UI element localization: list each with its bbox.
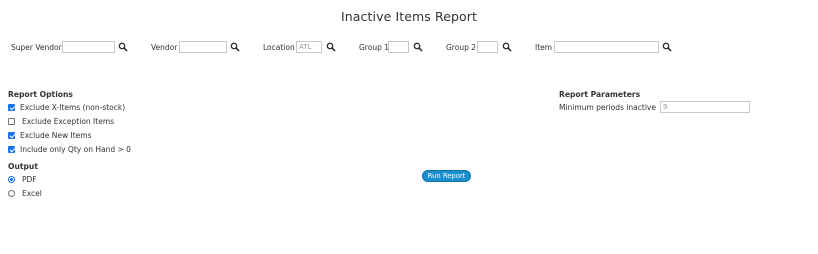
vendor-label: Vendor [151, 43, 178, 52]
option-include-qty-on-hand[interactable]: Include only Qty on Hand > 0 [8, 145, 131, 154]
include-qty-on-hand-label: Include only Qty on Hand > 0 [20, 145, 131, 154]
super-vendor-label: Super Vendor [11, 43, 62, 52]
pdf-radio[interactable] [8, 176, 15, 183]
location-search-icon[interactable] [326, 42, 336, 52]
min-periods-label: Minimum periods inactive [559, 103, 656, 112]
exclude-new-items-label: Exclude New Items [20, 131, 92, 140]
output-option-excel[interactable]: Excel [8, 189, 42, 198]
group1-label: Group 1 [359, 43, 389, 52]
exclude-new-items-checkbox[interactable] [8, 132, 15, 139]
super-vendor-search-icon[interactable] [118, 42, 128, 52]
exclude-x-items-label: Exclude X-Items (non-stock) [20, 103, 126, 112]
output-option-pdf[interactable]: PDF [8, 175, 37, 184]
option-exclude-x-items[interactable]: Exclude X-Items (non-stock) [8, 103, 125, 112]
include-qty-on-hand-checkbox[interactable] [8, 146, 15, 153]
group1-input[interactable] [388, 41, 409, 53]
exclude-exception-items-checkbox[interactable] [8, 118, 15, 125]
report-page: Inactive Items Report Super Vendor Vendo… [0, 0, 818, 254]
option-exclude-new-items[interactable]: Exclude New Items [8, 131, 92, 140]
excel-radio[interactable] [8, 190, 15, 197]
super-vendor-input[interactable] [62, 41, 115, 53]
min-periods-input[interactable] [660, 101, 750, 113]
group2-label: Group 2 [446, 43, 476, 52]
exclude-x-items-checkbox[interactable] [8, 104, 15, 111]
pdf-label: PDF [22, 175, 37, 184]
option-exclude-exception-items[interactable]: Exclude Exception Items [8, 117, 114, 126]
item-search-icon[interactable] [662, 42, 672, 52]
item-label: Item [535, 43, 553, 52]
output-heading: Output [8, 162, 38, 171]
exclude-exception-items-label: Exclude Exception Items [22, 117, 115, 126]
excel-label: Excel [22, 189, 42, 198]
group2-input[interactable] [477, 41, 498, 53]
vendor-input[interactable] [179, 41, 227, 53]
group2-search-icon[interactable] [502, 42, 512, 52]
filter-bar: Super Vendor Vendor Location Group 1 Gro… [0, 0, 818, 60]
item-input[interactable] [554, 41, 659, 53]
location-label: Location [263, 43, 295, 52]
group1-search-icon[interactable] [413, 42, 423, 52]
location-input[interactable] [296, 41, 322, 53]
report-options-heading: Report Options [8, 90, 73, 99]
run-report-button[interactable]: Run Report [422, 170, 471, 182]
report-parameters-heading: Report Parameters [559, 90, 641, 99]
vendor-search-icon[interactable] [230, 42, 240, 52]
